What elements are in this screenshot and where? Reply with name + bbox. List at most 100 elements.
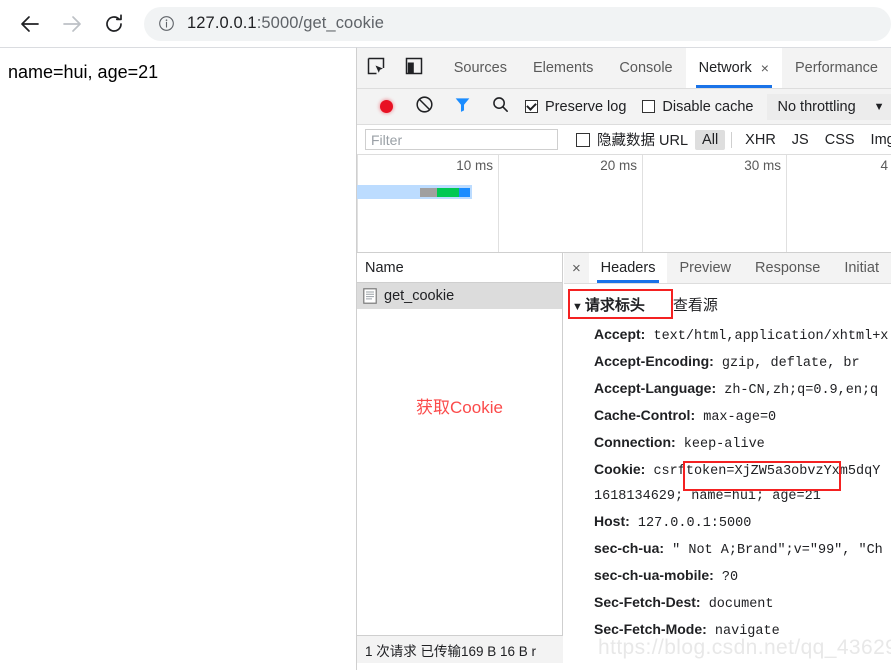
- overview-gridline: [357, 155, 358, 252]
- devtools-panel: Sources Elements Console Network × Perfo…: [356, 47, 891, 670]
- header-row-sec-fetch-mode: Sec-Fetch-Mode: navigate: [594, 617, 891, 644]
- throttling-select[interactable]: No throttling ▼: [767, 93, 891, 120]
- inspect-element-button[interactable]: [357, 48, 395, 88]
- back-button[interactable]: [12, 6, 48, 42]
- tab-network[interactable]: Network ×: [685, 48, 782, 88]
- clear-log-button[interactable]: [405, 92, 443, 122]
- header-name: sec-ch-ua-mobile:: [594, 567, 714, 583]
- bar-segment-stalled: [420, 187, 437, 197]
- device-toolbar-button[interactable]: [395, 48, 433, 88]
- disable-cache-checkbox[interactable]: Disable cache: [642, 99, 753, 115]
- tab-label: Performance: [794, 60, 878, 76]
- reload-button[interactable]: [96, 6, 132, 42]
- header-name: sec-ch-ua:: [594, 540, 665, 556]
- document-icon: [363, 288, 377, 304]
- header-value: text/html,application/xhtml+x: [653, 329, 889, 344]
- tab-elements[interactable]: Elements: [520, 48, 606, 88]
- browser-toolbar: 127.0.0.1:5000/get_cookie: [0, 0, 891, 47]
- close-icon[interactable]: ×: [761, 61, 769, 75]
- filter-button[interactable]: [443, 92, 481, 122]
- triangle-down-icon: ▼: [572, 301, 583, 313]
- close-detail-button[interactable]: ×: [564, 253, 589, 283]
- overview-tick-label: 20 ms: [600, 158, 637, 173]
- tab-console[interactable]: Console: [606, 48, 685, 88]
- header-value: ?0: [721, 570, 739, 585]
- filter-funnel-icon: [453, 95, 472, 119]
- filter-input[interactable]: [365, 129, 558, 150]
- inspect-element-icon: [366, 56, 386, 81]
- resource-type-chips: All XHR JS CSS Img M: [694, 129, 891, 150]
- header-value: max-age=0: [703, 410, 777, 425]
- url-text: 127.0.0.1:5000/get_cookie: [187, 14, 384, 33]
- header-name: Accept:: [594, 326, 646, 342]
- section-title-label: 请求标头: [584, 297, 645, 314]
- address-bar[interactable]: 127.0.0.1:5000/get_cookie: [144, 6, 891, 41]
- header-row-accept-encoding: Accept-Encoding: gzip, deflate, br: [594, 349, 891, 376]
- tab-label: Network: [698, 60, 752, 76]
- header-name: Sec-Fetch-Dest:: [594, 594, 701, 610]
- tab-initiator[interactable]: Initiat: [832, 253, 891, 283]
- chip-xhr[interactable]: XHR: [738, 130, 783, 150]
- tab-response[interactable]: Response: [743, 253, 832, 283]
- tab-headers[interactable]: Headers: [588, 253, 668, 283]
- page-viewport: name=hui, age=21: [0, 47, 356, 670]
- tab-preview[interactable]: Preview: [667, 253, 743, 283]
- devtools-tabbar: Sources Elements Console Network × Perfo…: [357, 48, 891, 89]
- disable-cache-label: Disable cache: [662, 98, 754, 115]
- table-row[interactable]: get_cookie: [357, 283, 562, 309]
- info-circle-icon[interactable]: [158, 15, 175, 32]
- view-source-link[interactable]: 查看源: [673, 294, 718, 315]
- column-header-name[interactable]: Name: [357, 253, 562, 283]
- bar-segment-waiting: [459, 187, 470, 197]
- arrow-right-icon: [60, 12, 84, 36]
- header-value: " Not A;Brand";v="99", "Ch: [672, 543, 883, 558]
- header-row-sec-ch-ua-mobile: sec-ch-ua-mobile: ?0: [594, 563, 891, 590]
- header-name: Connection:: [594, 434, 676, 450]
- request-headers-section: ▼ 请求标头 查看源 Accept: text/html,application/…: [564, 284, 891, 644]
- hide-data-url-checkbox[interactable]: 隐藏数据 URL: [576, 129, 688, 150]
- overview-gridline: [786, 155, 787, 252]
- header-row-sec-fetch-dest: Sec-Fetch-Dest: document: [594, 590, 891, 617]
- bar-segment-idle: [357, 187, 420, 197]
- tab-sources[interactable]: Sources: [441, 48, 520, 88]
- chip-css[interactable]: CSS: [818, 130, 862, 150]
- forward-button[interactable]: [54, 6, 90, 42]
- header-row-accept-language: Accept-Language: zh-CN,zh;q=0.9,en;q: [594, 376, 891, 403]
- tab-label: Elements: [532, 60, 594, 76]
- header-row-cookie: Cookie: csrftoken=XjZW5a3obvzYxm5dqY 161…: [594, 457, 891, 509]
- checkbox-box: [525, 100, 538, 113]
- header-row-cache-control: Cache-Control: max-age=0: [594, 403, 891, 430]
- tab-performance[interactable]: Performance: [782, 48, 891, 88]
- url-host: 127.0.0.1: [187, 14, 257, 32]
- network-overview[interactable]: 10 ms 20 ms 30 ms 4: [357, 155, 891, 253]
- network-filter-row: 隐藏数据 URL All XHR JS CSS Img M: [357, 125, 891, 155]
- checkbox-box: [642, 100, 656, 113]
- chip-img[interactable]: Img: [864, 130, 891, 150]
- header-value: keep-alive: [683, 437, 765, 452]
- chip-js[interactable]: JS: [785, 130, 816, 150]
- header-rows: Accept: text/html,application/xhtml+x Ac…: [570, 322, 891, 644]
- chevron-down-icon: ▼: [873, 100, 885, 113]
- throttling-value: No throttling: [777, 98, 856, 115]
- header-value: document: [708, 597, 774, 612]
- page-body-text: name=hui, age=21: [8, 62, 159, 82]
- chip-all[interactable]: All: [695, 129, 726, 150]
- devtools-tab-list: Sources Elements Console Network × Perfo…: [441, 48, 891, 88]
- reload-icon: [102, 12, 126, 36]
- bar-segment-download: [437, 187, 459, 197]
- tab-label: Sources: [453, 60, 507, 76]
- header-value: 127.0.0.1:5000: [637, 516, 752, 531]
- search-button[interactable]: [481, 92, 519, 122]
- record-button[interactable]: [367, 92, 405, 122]
- preserve-log-checkbox[interactable]: Preserve log: [525, 99, 626, 115]
- overview-tick-label: 4: [880, 158, 888, 173]
- preserve-log-label: Preserve log: [545, 98, 627, 115]
- overview-gridline: [498, 155, 499, 252]
- header-row-host: Host: 127.0.0.1:5000: [594, 509, 891, 536]
- header-name: Cache-Control:: [594, 407, 696, 423]
- network-status-bar: 1 次请求 已传输169 B 16 B r: [357, 635, 563, 663]
- hide-data-url-label: 隐藏数据 URL: [597, 133, 689, 149]
- header-value: zh-CN,zh;q=0.9,en;q: [724, 383, 879, 398]
- request-headers-toggle[interactable]: ▼ 请求标头: [570, 292, 653, 317]
- request-name: get_cookie: [384, 288, 455, 304]
